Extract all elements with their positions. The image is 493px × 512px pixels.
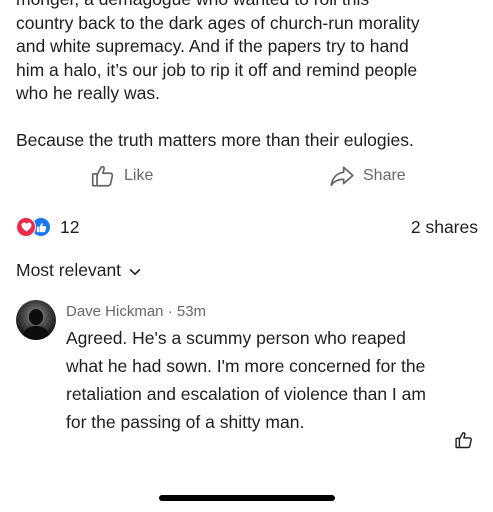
thumbs-up-icon (90, 163, 116, 189)
love-reaction-icon (16, 217, 36, 237)
meta-separator: · (163, 303, 177, 320)
post-line: country back to the dark ages of church-… (16, 12, 420, 33)
post-body: monger, a demagogue who wanted to roll t… (16, 0, 486, 106)
share-arrow-icon (329, 163, 355, 189)
reactions-row: 12 2 shares (16, 216, 478, 240)
shares-count[interactable]: 2 shares (411, 216, 478, 238)
post-line: monger, a demagogue who wanted to roll t… (16, 0, 369, 9)
comment-sort-dropdown[interactable]: Most relevant (16, 260, 141, 281)
like-label: Like (124, 167, 154, 184)
reaction-count[interactable]: 12 (60, 216, 79, 238)
comment-time[interactable]: 53m (177, 303, 206, 320)
comment-body: Dave Hickman · 53m Agreed. He's a scummy… (66, 300, 486, 436)
post-line: and white supremacy. And if the papers t… (16, 36, 409, 56)
home-indicator[interactable] (159, 495, 335, 501)
sort-label: Most relevant (16, 260, 122, 280)
comment-meta: Dave Hickman · 53m (66, 300, 486, 324)
post-line: who he really was. (16, 83, 160, 103)
comment-text: Agreed. He's a scummy person who reaped … (66, 324, 476, 436)
post-text: monger, a demagogue who wanted to roll t… (16, 0, 486, 153)
comment-author[interactable]: Dave Hickman (66, 303, 164, 320)
comment-line: Agreed. He's a scummy person who reaped (66, 328, 406, 348)
comment-like-button[interactable] (454, 430, 474, 455)
post-closing: Because the truth matters more than thei… (16, 130, 414, 150)
post-actions-bar: Like Share (0, 163, 493, 193)
comment-line: retaliation and escalation of violence t… (66, 384, 426, 404)
reaction-icons[interactable] (16, 217, 51, 237)
share-label: Share (363, 167, 406, 184)
comment-line: what he had sown. I'm more concerned for… (66, 356, 426, 376)
share-button[interactable]: Share (329, 163, 406, 189)
chevron-down-icon (129, 260, 141, 281)
post-line: him a halo, it’s our job to rip it off a… (16, 59, 418, 80)
thumbs-up-icon (454, 432, 474, 454)
comment-line: for the passing of a shitty man. (66, 412, 305, 432)
avatar[interactable] (16, 300, 56, 340)
like-button[interactable]: Like (90, 163, 153, 189)
